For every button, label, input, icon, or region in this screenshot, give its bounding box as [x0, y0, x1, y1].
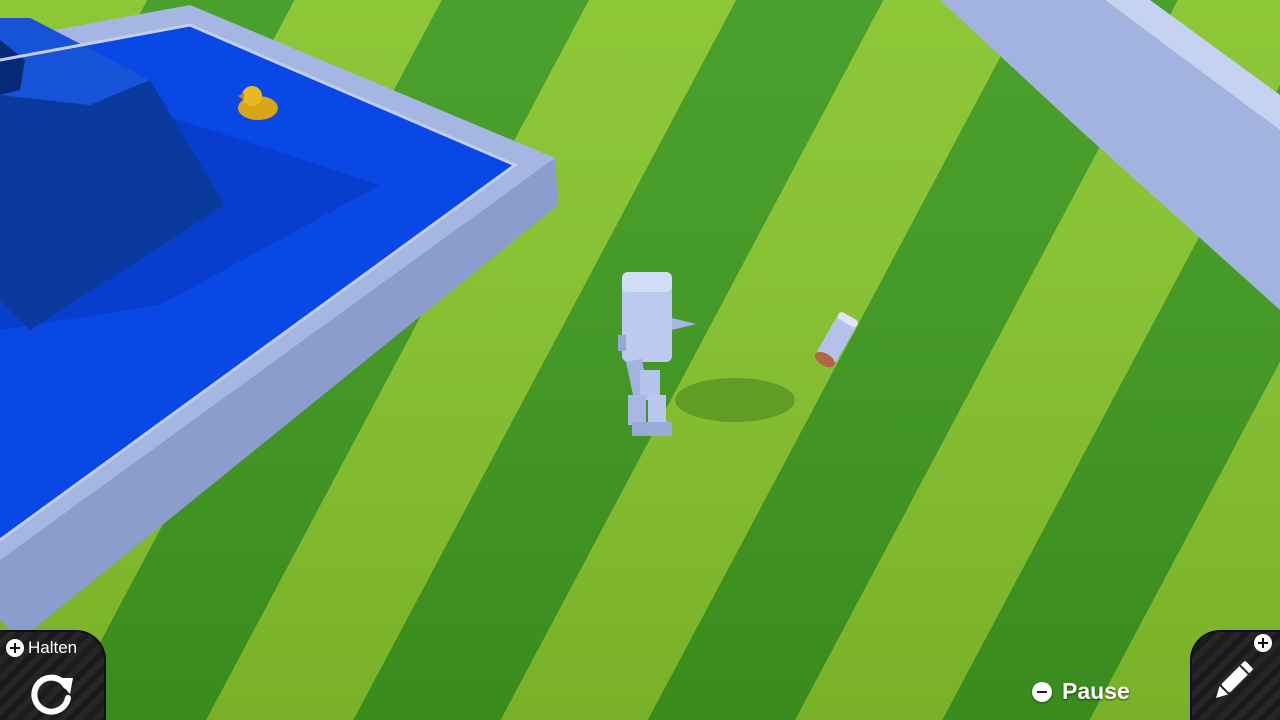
minus-button-icon	[1032, 681, 1052, 702]
reset-hold-hint: Halten	[6, 638, 77, 658]
plus-button-icon	[6, 639, 24, 657]
reset-rotate-icon	[31, 674, 73, 715]
reset-hint-label: Halten	[28, 638, 78, 657]
robot-shadow	[675, 378, 795, 422]
reset-button-panel[interactable]: Halten	[0, 630, 106, 720]
game-scene	[0, 0, 1280, 720]
pencil-icon[interactable]	[1208, 656, 1258, 706]
plus-button-icon	[1254, 634, 1272, 652]
pause-button[interactable]: Pause	[1032, 678, 1130, 705]
pause-label: Pause	[1062, 678, 1130, 704]
